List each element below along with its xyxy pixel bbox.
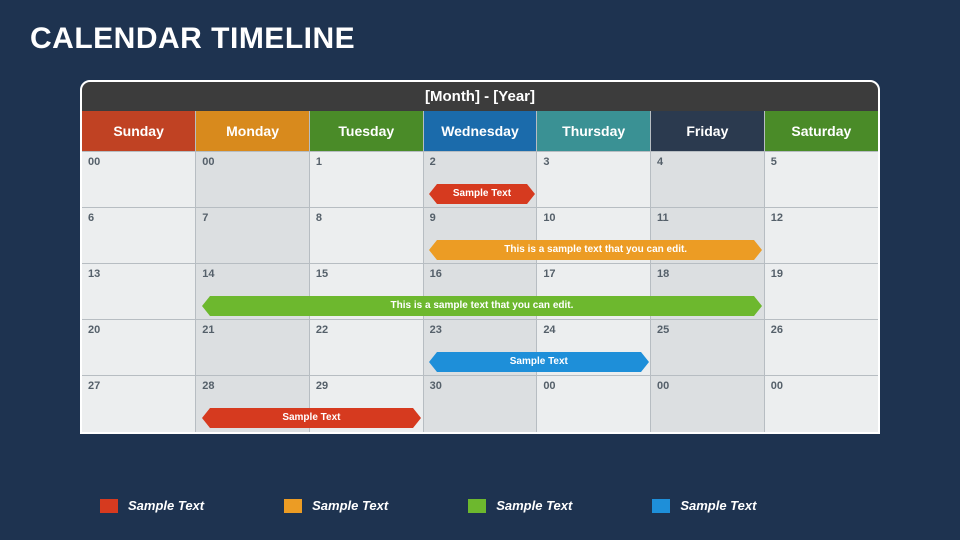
legend-label: Sample Text (128, 498, 204, 513)
day-number: 11 (657, 212, 669, 224)
day-number: 4 (657, 156, 663, 168)
legend-item: Sample Text (468, 498, 572, 513)
timeline-bar: Sample Text (210, 408, 413, 428)
day-number: 24 (543, 324, 555, 336)
calendar-cell: 00 (82, 152, 196, 208)
calendar-cell: 21 (196, 320, 310, 376)
timeline-bar: This is a sample text that you can edit. (210, 296, 755, 316)
day-number: 21 (202, 324, 214, 336)
day-number: 30 (430, 380, 442, 392)
legend-swatch (468, 499, 486, 513)
day-number: 6 (88, 212, 94, 224)
calendar-cell: 7 (196, 208, 310, 264)
day-number: 1 (316, 156, 322, 168)
day-number: 9 (430, 212, 436, 224)
day-number: 00 (657, 380, 669, 392)
calendar-cell: 00 (537, 376, 651, 432)
day-number: 19 (771, 268, 783, 280)
legend-item: Sample Text (652, 498, 756, 513)
calendar-cell: 8 (309, 208, 423, 264)
legend-label: Sample Text (680, 498, 756, 513)
calendar-cell: 00 (651, 376, 765, 432)
weekday-saturday: Saturday (764, 111, 878, 152)
page-title: CALENDAR TIMELINE (30, 22, 355, 56)
day-number: 12 (771, 212, 783, 224)
calendar-cell: 22 (309, 320, 423, 376)
calendar-cell: 19 (764, 264, 878, 320)
legend: Sample Text Sample Text Sample Text Sample … (100, 498, 756, 513)
day-number: 00 (771, 380, 783, 392)
day-number: 10 (543, 212, 555, 224)
legend-swatch (652, 499, 670, 513)
legend-swatch (284, 499, 302, 513)
calendar-cell: 20 (82, 320, 196, 376)
timeline-bar: Sample Text (437, 352, 640, 372)
day-number: 5 (771, 156, 777, 168)
calendar-cell: 4 (651, 152, 765, 208)
weekday-tuesday: Tuesday (309, 111, 423, 152)
day-number: 29 (316, 380, 328, 392)
day-number: 7 (202, 212, 208, 224)
calendar-cell: 00 (764, 376, 878, 432)
day-number: 8 (316, 212, 322, 224)
weekday-sunday: Sunday (82, 111, 196, 152)
day-number: 00 (543, 380, 555, 392)
day-number: 00 (88, 156, 100, 168)
timeline-bar: This is a sample text that you can edit. (437, 240, 754, 260)
day-number: 23 (430, 324, 442, 336)
weekday-friday: Friday (651, 111, 765, 152)
calendar-cell: 1 (309, 152, 423, 208)
day-number: 18 (657, 268, 669, 280)
calendar-cell: 3 (537, 152, 651, 208)
day-number: 25 (657, 324, 669, 336)
calendar-cell: 25 (651, 320, 765, 376)
day-number: 26 (771, 324, 783, 336)
weekday-wednesday: Wednesday (423, 111, 537, 152)
calendar-table: Sunday Monday Tuesday Wednesday Thursday… (82, 111, 878, 432)
day-number: 27 (88, 380, 100, 392)
calendar-cell: 12 (764, 208, 878, 264)
calendar-cell: 27 (82, 376, 196, 432)
legend-swatch (100, 499, 118, 513)
day-number: 3 (543, 156, 549, 168)
calendar-month-header: [Month] - [Year] (82, 82, 878, 111)
weekday-thursday: Thursday (537, 111, 651, 152)
day-number: 15 (316, 268, 328, 280)
legend-item: Sample Text (100, 498, 204, 513)
day-number: 28 (202, 380, 214, 392)
legend-label: Sample Text (312, 498, 388, 513)
calendar-cell: 13 (82, 264, 196, 320)
calendar-container: [Month] - [Year] Sunday Monday Tuesday W… (80, 80, 880, 434)
day-number: 22 (316, 324, 328, 336)
weekday-monday: Monday (196, 111, 310, 152)
calendar-cell: 6 (82, 208, 196, 264)
weekday-row: Sunday Monday Tuesday Wednesday Thursday… (82, 111, 878, 152)
calendar-cell: 30 (423, 376, 537, 432)
day-number: 00 (202, 156, 214, 168)
day-number: 17 (543, 268, 555, 280)
calendar-cell: 00 (196, 152, 310, 208)
calendar-cell: 26 (764, 320, 878, 376)
slide: CALENDAR TIMELINE [Month] - [Year] Sunda… (0, 0, 960, 540)
day-number: 13 (88, 268, 100, 280)
legend-item: Sample Text (284, 498, 388, 513)
day-number: 14 (202, 268, 214, 280)
calendar-cell: 5 (764, 152, 878, 208)
legend-label: Sample Text (496, 498, 572, 513)
day-number: 2 (430, 156, 436, 168)
timeline-bar: Sample Text (437, 184, 527, 204)
day-number: 16 (430, 268, 442, 280)
day-number: 20 (88, 324, 100, 336)
